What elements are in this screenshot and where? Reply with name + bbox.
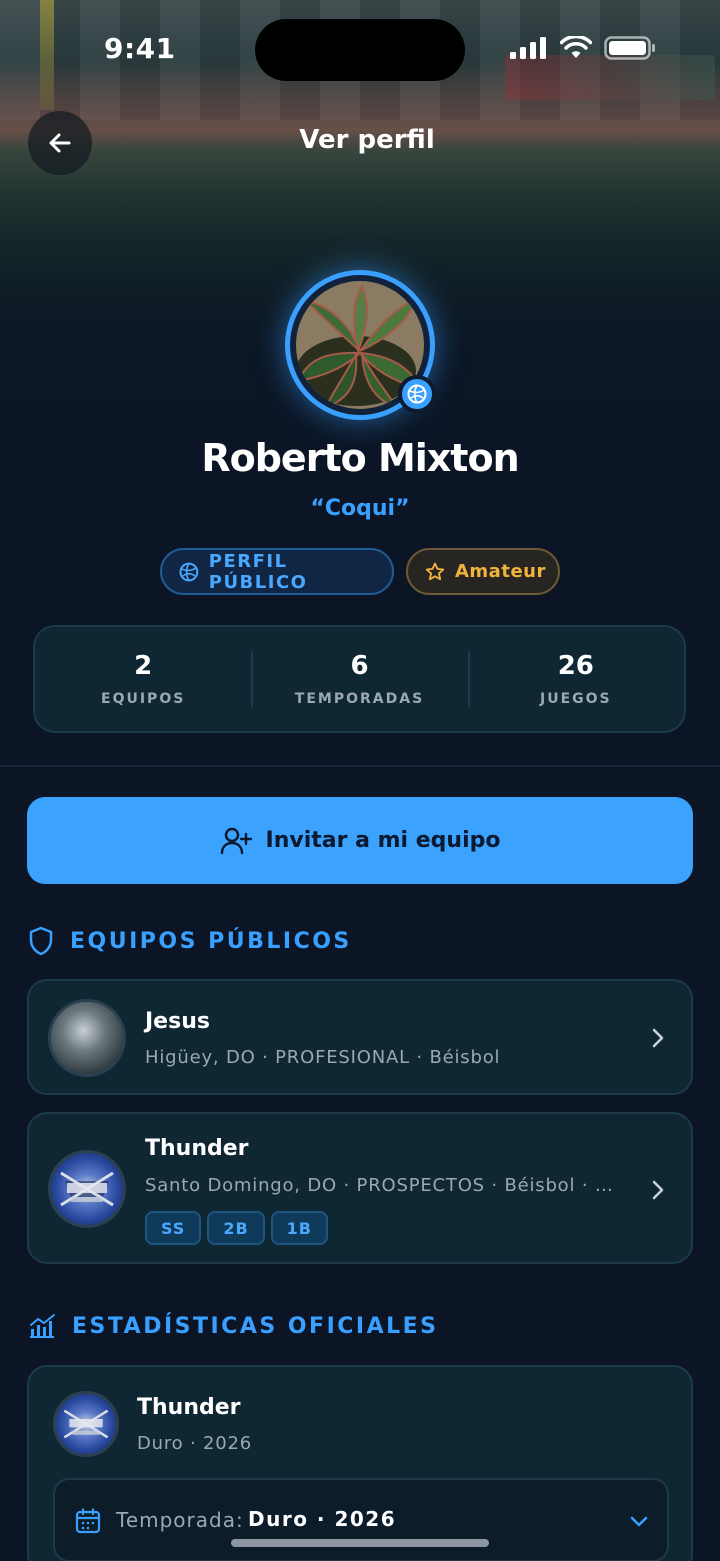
position-tag: 2B — [207, 1211, 265, 1245]
chevron-right-icon — [652, 1180, 664, 1200]
stat-label: JUEGOS — [540, 691, 612, 707]
stat-value: 6 — [350, 651, 369, 681]
profile-name: Roberto Mixton — [201, 436, 519, 480]
thunder-logo-image — [60, 1171, 114, 1207]
verified-icon — [407, 384, 427, 404]
home-indicator — [231, 1539, 489, 1547]
battery-icon — [604, 36, 655, 60]
stat-value: 2 — [134, 651, 153, 681]
team-name: Jesus — [145, 1009, 210, 1034]
chart-icon — [30, 1314, 55, 1338]
verified-badge — [398, 375, 436, 413]
team-logo — [53, 1391, 119, 1457]
public-teams-header: EQUIPOS PÚBLICOS — [28, 926, 352, 956]
stat-label: EQUIPOS — [101, 691, 186, 707]
team-card-thunder[interactable]: Thunder Santo Domingo, DO · PROSPECTOS ·… — [27, 1112, 693, 1264]
status-icons — [510, 36, 656, 60]
stat-seasons: 6 TEMPORADAS — [251, 627, 467, 731]
team-name: Thunder — [145, 1136, 249, 1161]
stat-label: TEMPORADAS — [294, 691, 425, 707]
level-badge: Amateur — [406, 548, 560, 595]
position-tag: 1B — [270, 1211, 328, 1245]
stat-value: 26 — [557, 651, 594, 681]
public-profile-label: PERFIL PÚBLICO — [208, 550, 308, 593]
team-logo — [48, 1150, 126, 1228]
globe-icon — [179, 562, 199, 581]
invite-button-label: Invitar a mi equipo — [265, 828, 501, 853]
shield-icon — [29, 926, 53, 956]
season-value: Duro · 2026 — [248, 1507, 397, 1531]
team-name: Thunder — [137, 1395, 241, 1420]
status-time: 9:41 — [104, 32, 176, 65]
page-title: Ver perfil — [299, 125, 435, 155]
stats-card: 2 EQUIPOS 6 TEMPORADAS 26 JUEGOS — [33, 625, 686, 733]
dynamic-island — [255, 19, 465, 81]
level-label: Amateur — [455, 561, 546, 582]
calendar-icon — [75, 1508, 101, 1534]
season-select[interactable]: Temporada: Duro · 2026 — [53, 1478, 669, 1561]
team-logo — [48, 999, 126, 1077]
official-stats-header: ESTADÍSTICAS OFICIALES — [28, 1313, 439, 1339]
chevron-down-icon — [630, 1516, 648, 1527]
team-meta: Higüey, DO · PROFESIONAL · Béisbol — [145, 1047, 501, 1068]
season-label: Temporada: — [116, 1508, 244, 1532]
team-meta: Santo Domingo, DO · PROSPECTOS · Béisbol… — [145, 1175, 625, 1196]
official-stats-title: ESTADÍSTICAS OFICIALES — [72, 1313, 439, 1339]
team-card-jesus[interactable]: Jesus Higüey, DO · PROFESIONAL · Béisbol — [27, 979, 693, 1095]
invite-to-team-button[interactable]: Invitar a mi equipo — [27, 797, 693, 884]
public-teams-title: EQUIPOS PÚBLICOS — [70, 928, 352, 954]
signal-icon — [510, 37, 546, 59]
profile-nickname: “Coqui” — [310, 496, 410, 521]
position-tags: SS 2B 1B — [145, 1211, 334, 1245]
public-profile-badge: PERFIL PÚBLICO — [160, 548, 394, 595]
thunder-logo-image — [63, 1409, 109, 1439]
position-tag: SS — [145, 1211, 202, 1245]
team-meta: Duro · 2026 — [137, 1433, 253, 1454]
section-divider — [0, 765, 720, 767]
user-plus-icon — [220, 827, 252, 854]
wifi-icon — [560, 36, 592, 58]
status-bar: 9:41 — [0, 0, 720, 100]
stat-teams: 2 EQUIPOS — [35, 627, 251, 731]
stat-games: 26 JUEGOS — [467, 627, 684, 731]
star-icon — [425, 562, 445, 580]
official-stats-card: Thunder Duro · 2026 Temporada: Duro · 20… — [27, 1365, 693, 1561]
chevron-right-icon — [652, 1028, 664, 1048]
